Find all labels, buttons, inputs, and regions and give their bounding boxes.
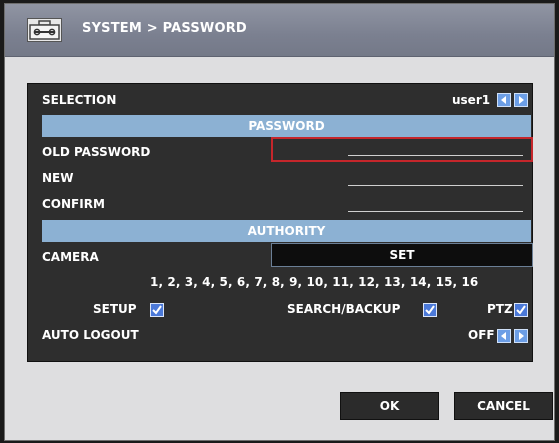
old-password-label: OLD PASSWORD [42,145,151,159]
checkmark-icon [425,305,435,315]
search-backup-label: SEARCH/BACKUP [287,302,401,316]
auto-logout-next-button[interactable] [514,329,528,343]
arrow-left-icon [501,332,506,340]
checkmark-icon [516,305,526,315]
old-password-input-line [348,155,523,156]
ptz-label: PTZ [487,302,513,316]
title-bar: SYSTEM > PASSWORD [5,4,554,57]
toolbox-icon [27,18,62,42]
password-section-header: PASSWORD [42,115,531,137]
setup-label: SETUP [93,302,137,316]
selection-label: SELECTION [42,93,117,107]
arrow-right-icon [519,96,524,104]
page-title: SYSTEM > PASSWORD [82,21,247,36]
auto-logout-label: AUTO LOGOUT [42,328,139,342]
setup-checkbox[interactable] [150,303,164,317]
checkmark-icon [152,305,162,315]
new-password-label: NEW [42,171,74,185]
password-dialog: SYSTEM > PASSWORD SELECTION user1 PASSWO… [4,3,555,441]
old-password-field[interactable] [271,137,533,162]
cancel-button[interactable]: CANCEL [454,392,553,420]
authority-section-header: AUTHORITY [42,220,531,242]
search-backup-checkbox[interactable] [423,303,437,317]
camera-label: CAMERA [42,250,99,264]
selection-prev-button[interactable] [497,93,511,107]
auto-logout-value: OFF [468,328,495,342]
password-panel: SELECTION user1 PASSWORD OLD PASSWORD NE… [27,83,533,362]
confirm-password-field[interactable] [348,211,523,212]
confirm-password-label: CONFIRM [42,197,105,211]
selection-value: user1 [452,93,491,107]
ok-button[interactable]: OK [340,392,439,420]
arrow-right-icon [519,332,524,340]
new-password-field[interactable] [348,185,523,186]
arrow-left-icon [501,96,506,104]
camera-list: 1, 2, 3, 4, 5, 6, 7, 8, 9, 10, 11, 12, 1… [150,275,479,289]
selection-next-button[interactable] [514,93,528,107]
auto-logout-prev-button[interactable] [497,329,511,343]
camera-set-button[interactable]: SET [271,243,533,267]
ptz-checkbox[interactable] [514,303,528,317]
